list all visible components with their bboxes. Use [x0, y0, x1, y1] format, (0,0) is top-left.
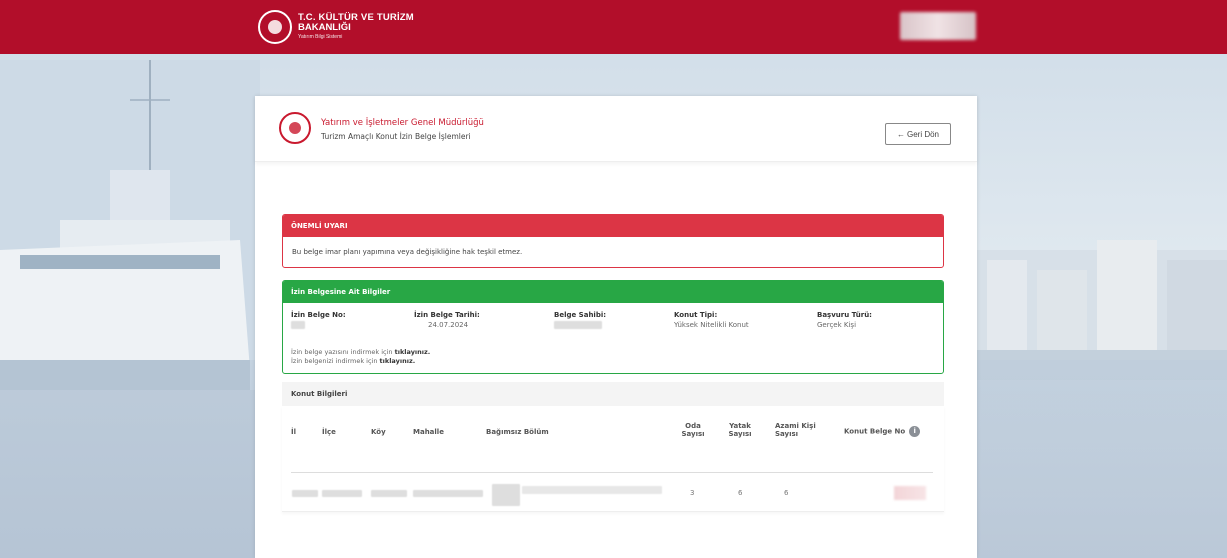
- cell-il-redacted: [292, 490, 318, 497]
- cell-bolum-redacted-b: [522, 486, 662, 494]
- ministry-name-line3: Yatırım Bilgi Sistemi: [298, 34, 343, 41]
- arrow-left-icon: ←: [896, 129, 905, 139]
- cell-ilce-redacted: [322, 490, 362, 497]
- download-links: İzin belge yazısını indirmek için tıklay…: [291, 348, 430, 366]
- warning-text: Bu belge imar planı yapımına veya değişi…: [292, 248, 523, 256]
- cell-azami: 6: [784, 489, 789, 497]
- application-type-value: Gerçek Kişi: [817, 321, 857, 329]
- col-azami-kisi: Azami Kişi Sayısı: [775, 422, 816, 439]
- owner-label: Belge Sahibi:: [554, 311, 607, 319]
- cell-bolum-redacted-a: [492, 484, 520, 506]
- ministry-name-line2: BAKANLIĞI: [298, 22, 351, 34]
- col-ilce: İlçe: [322, 428, 336, 436]
- ministry-logo-text: T.C. KÜLTÜR VE TURİZM BAKANLIĞI Yatırım …: [298, 13, 414, 40]
- housing-type-field: Konut Tipi: Yüksek Nitelikli Konut: [674, 311, 749, 329]
- owner-value-redacted: [554, 321, 602, 329]
- col-mahalle: Mahalle: [413, 428, 444, 436]
- col-il: İl: [291, 428, 297, 436]
- cell-konut-belge-no-redacted: [894, 486, 926, 500]
- col-oda-sayisi: Oda Sayısı: [679, 422, 707, 439]
- important-warning-box: ÖNEMLİ UYARI Bu belge imar planı yapımın…: [282, 214, 944, 268]
- application-type-label: Başvuru Türü:: [817, 311, 872, 319]
- col-yatak-line2: Sayısı: [728, 430, 752, 439]
- owner-field: Belge Sahibi:: [554, 311, 606, 331]
- housing-info-section: Konut Bilgileri İl İlçe Köy Mahalle Bağı…: [282, 382, 944, 512]
- permit-info-title: İzin Belgesine Ait Bilgiler: [283, 281, 943, 303]
- download-letter-line: İzin belge yazısını indirmek için tıklay…: [291, 348, 430, 357]
- back-button-label: Geri Dön: [906, 129, 939, 139]
- info-icon[interactable]: i: [909, 426, 921, 437]
- warning-title: ÖNEMLİ UYARI: [283, 215, 943, 237]
- download-letter-link[interactable]: tıklayınız.: [395, 348, 431, 356]
- ministry-emblem-icon: [258, 10, 292, 44]
- permit-info-box: İzin Belgesine Ait Bilgiler İzin Belge N…: [282, 280, 944, 374]
- application-type-field: Başvuru Türü: Gerçek Kişi: [817, 311, 872, 329]
- permit-date-field: İzin Belge Tarihi: 24.07.2024: [414, 311, 480, 329]
- housing-type-value: Yüksek Nitelikli Konut: [674, 321, 749, 329]
- cell-koy-redacted: [371, 490, 407, 497]
- col-konut-belge-no: Konut Belge No i: [844, 426, 921, 437]
- background-city-image: [967, 240, 1227, 380]
- cell-mahalle-redacted: [413, 490, 483, 497]
- directorate-name: Yatırım ve İşletmeler Genel Müdürlüğü: [321, 118, 484, 128]
- permit-detail-card: Yatırım ve İşletmeler Genel Müdürlüğü Tu…: [255, 96, 977, 558]
- download-letter-text: İzin belge yazısını indirmek için: [291, 348, 395, 356]
- download-permit-link[interactable]: tıklayınız.: [380, 357, 416, 365]
- ministry-logo[interactable]: T.C. KÜLTÜR VE TURİZM BAKANLIĞI Yatırım …: [258, 10, 414, 44]
- back-button[interactable]: ← Geri Dön: [885, 123, 951, 145]
- housing-info-title: Konut Bilgileri: [282, 382, 944, 406]
- permit-no-field: İzin Belge No:: [291, 311, 346, 331]
- col-yatak-sayisi: Yatak Sayısı: [725, 422, 755, 439]
- col-azami-line2: Sayısı: [775, 430, 799, 439]
- housing-type-label: Konut Tipi:: [674, 311, 718, 319]
- housing-table: İl İlçe Köy Mahalle Bağımsız Bölüm Oda S…: [282, 406, 944, 512]
- download-permit-line: İzin belgenizi indirmek için tıklayınız.: [291, 357, 430, 366]
- col-oda-line2: Sayısı: [681, 430, 705, 439]
- col-koy: Köy: [371, 428, 386, 436]
- cell-yatak: 6: [738, 489, 743, 497]
- col-bagimsiz-bolum: Bağımsız Bölüm: [486, 428, 549, 436]
- col-azami-line1: Azami Kişi: [775, 422, 816, 430]
- permit-date-value: 24.07.2024: [428, 321, 469, 329]
- col-oda-line1: Oda: [685, 422, 701, 430]
- top-header-bar: T.C. KÜLTÜR VE TURİZM BAKANLIĞI Yatırım …: [0, 0, 1227, 54]
- cell-oda: 3: [690, 489, 695, 497]
- permit-date-label: İzin Belge Tarihi:: [414, 311, 480, 319]
- user-menu-redacted[interactable]: [900, 12, 976, 40]
- card-header: Yatırım ve İşletmeler Genel Müdürlüğü Tu…: [255, 96, 977, 162]
- download-permit-text: İzin belgenizi indirmek için: [291, 356, 380, 365]
- table-divider: [291, 472, 933, 473]
- col-konut-belge-no-label: Konut Belge No: [844, 427, 906, 436]
- permit-no-label: İzin Belge No:: [291, 311, 346, 319]
- page-subtitle: Turizm Amaçlı Konut İzin Belge İşlemleri: [321, 132, 471, 141]
- permit-no-value-redacted: [291, 321, 305, 329]
- directorate-emblem-icon: [279, 112, 311, 144]
- col-yatak-line1: Yatak: [729, 422, 751, 430]
